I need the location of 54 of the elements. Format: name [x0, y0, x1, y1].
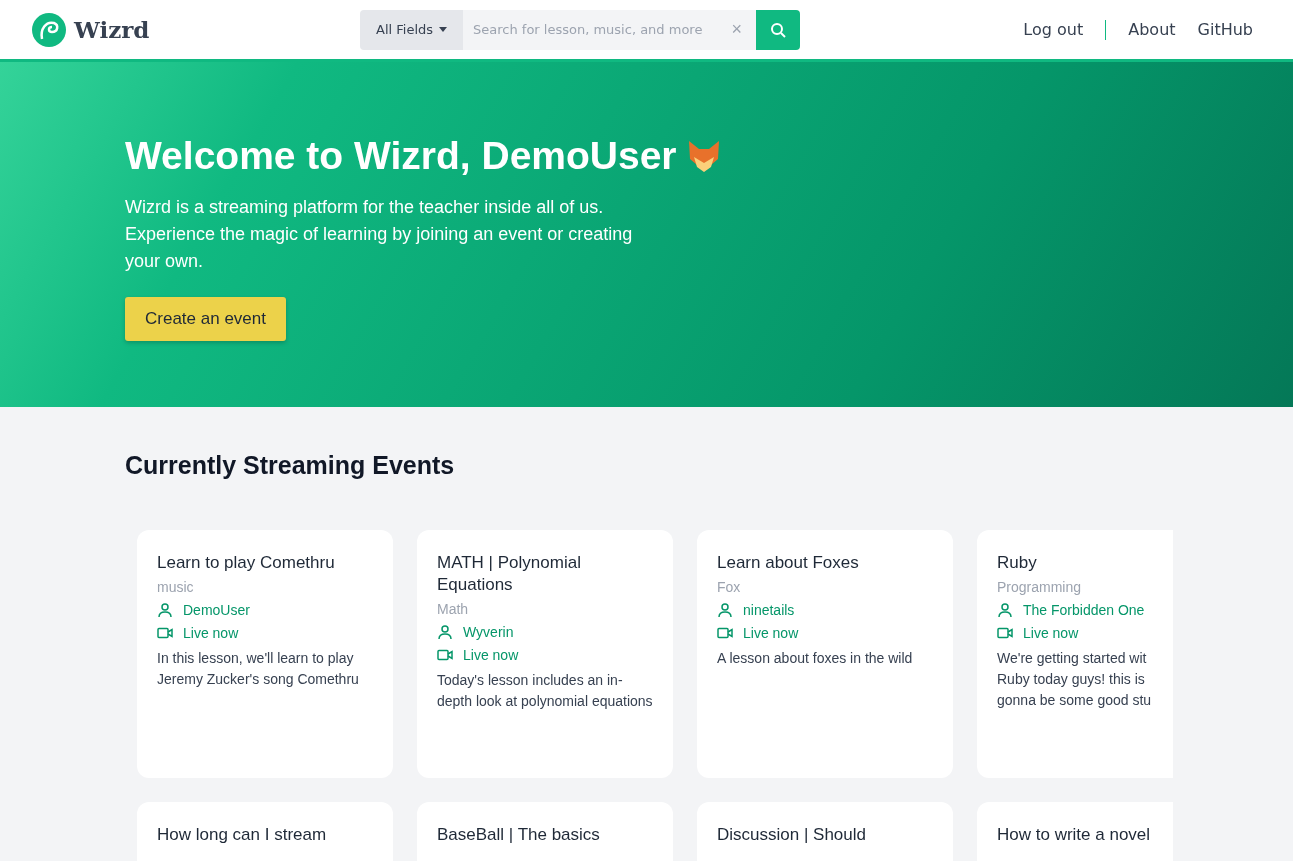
- search-button[interactable]: [756, 9, 800, 50]
- event-card[interactable]: How to write a novel: [977, 802, 1173, 861]
- event-card[interactable]: Ruby Programming The Forbidden One Live now We're getting started wit Ruby today guys! this is gonna be some good stu: [977, 530, 1173, 778]
- event-description: A lesson about foxes in the wild: [717, 649, 914, 668]
- brand-name[interactable]: Wizrd: [74, 16, 150, 43]
- event-title: Discussion | Should: [717, 824, 867, 846]
- event-category: Math: [437, 601, 470, 617]
- event-category: Fox: [717, 579, 742, 595]
- event-status: Live now: [463, 647, 519, 663]
- event-description: We're getting started wit Ruby today guys! this is gonna be some good stu: [997, 649, 1153, 710]
- event-title: How long can I stream: [157, 824, 328, 846]
- video-camera-icon: [997, 627, 1013, 639]
- event-status: Live now: [183, 625, 239, 641]
- search-icon: [770, 21, 786, 38]
- event-title: Learn about Foxes: [717, 552, 860, 574]
- event-host: The Forbidden One: [1023, 602, 1145, 618]
- user-icon: [437, 624, 453, 640]
- field-filter-dropdown[interactable]: All Fields: [360, 9, 464, 50]
- caret-icon: [439, 27, 448, 32]
- event-card[interactable]: MATH | Polynomial Equations Math Wyverin Live now Today's lesson includes an in-depth look at polynomial equations: [417, 530, 673, 778]
- event-category: music: [157, 579, 195, 595]
- nav-link[interactable]: GitHub: [1175, 20, 1253, 39]
- event-category: Programming: [997, 579, 1083, 595]
- event-status: Live now: [1023, 625, 1079, 641]
- event-title: BaseBall | The basics: [437, 824, 601, 846]
- search-field[interactable]: Search for lesson, music, and more: [463, 9, 718, 50]
- create-event-button[interactable]: Create an event: [125, 297, 286, 341]
- hero-text: Wizrd is a streaming platform for the teacher inside all of us. Experience the magic of learning by joining an event or creating your own.: [125, 196, 634, 273]
- logo-icon: [32, 12, 66, 47]
- event-card[interactable]: Discussion | Should: [697, 802, 953, 861]
- video-camera-icon: [157, 627, 173, 639]
- event-title: MATH | Polynomial Equations: [437, 552, 582, 596]
- event-host: DemoUser: [183, 602, 250, 618]
- event-host: ninetails: [743, 602, 795, 618]
- event-status: Live now: [743, 625, 799, 641]
- event-title: Learn to play Comethru: [157, 552, 336, 574]
- event-title: How to write a novel: [997, 824, 1152, 846]
- event-title: Ruby: [997, 552, 1038, 574]
- user-icon: [157, 602, 173, 618]
- event-card[interactable]: How long can I stream: [137, 802, 393, 861]
- nav-link[interactable]: Log out: [1001, 20, 1084, 39]
- event-card[interactable]: Learn about Foxes Fox ninetails Live now A lesson about foxes in the wild: [697, 530, 953, 778]
- event-card[interactable]: BaseBall | The basics: [417, 802, 673, 861]
- user-icon: [717, 602, 733, 618]
- video-camera-icon: [437, 649, 453, 661]
- event-description: In this lesson, we'll learn to play Jeremy Zucker's song Comethru: [157, 649, 360, 689]
- event-host: Wyverin: [463, 624, 514, 640]
- user-icon: [997, 602, 1013, 618]
- nav-link[interactable]: About: [1106, 20, 1176, 39]
- section-title: Currently Streaming Events: [125, 451, 456, 480]
- event-description: Today's lesson includes an in-depth look at polynomial equations: [437, 671, 653, 711]
- video-camera-icon: [717, 627, 733, 639]
- hero-title: Welcome to Wizrd, DemoUser: [125, 134, 677, 178]
- event-card[interactable]: Learn to play Comethru music DemoUser Live now In this lesson, we'll learn to play Jeremy Zucker's song Comethru: [137, 530, 393, 778]
